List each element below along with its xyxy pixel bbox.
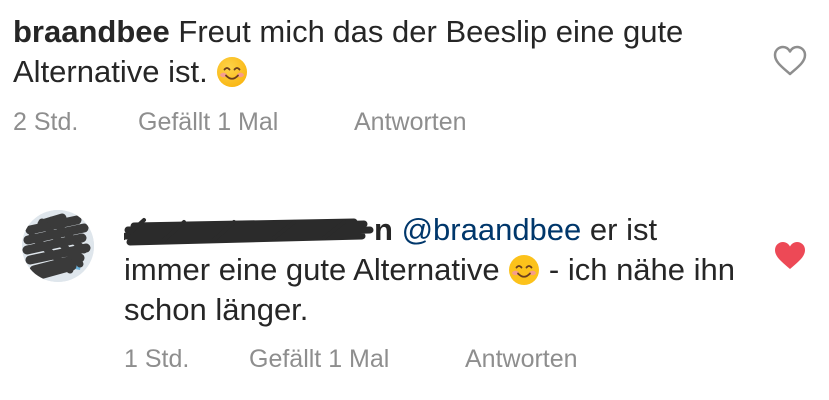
comment-username-suffix[interactable]: n	[374, 212, 393, 247]
comment-meta: 2 Std. Gefällt 1 Mal Antworten	[13, 108, 467, 137]
smiling-face-emoji	[509, 255, 540, 285]
comment-likes[interactable]: Gefällt 1 Mal	[249, 345, 465, 374]
redacted-username-scribble	[124, 216, 374, 248]
comment-body: braandbee Freut mich das der Beeslip ein…	[13, 12, 753, 92]
smiling-face-emoji	[217, 57, 248, 87]
avatar[interactable]	[22, 210, 94, 282]
mention-link[interactable]: @braandbee	[402, 212, 582, 247]
comment-time: 2 Std.	[13, 108, 79, 136]
like-heart-icon[interactable]	[773, 45, 807, 77]
comment-2: n @braandbee er ist immer eine gute Alte…	[0, 188, 829, 400]
avatar-scribble	[22, 210, 94, 282]
comment-likes[interactable]: Gefällt 1 Mal	[138, 108, 354, 137]
liked-heart-icon[interactable]	[773, 240, 807, 272]
comment-username[interactable]: braandbee	[13, 14, 170, 49]
comment-meta: 1 Std. Gefällt 1 Mal Antworten	[124, 345, 578, 374]
comment-time: 1 Std.	[124, 345, 190, 373]
comment-body: n @braandbee er ist immer eine gute Alte…	[124, 210, 744, 330]
reply-button[interactable]: Antworten	[465, 345, 578, 374]
reply-button[interactable]: Antworten	[354, 108, 467, 137]
comment-1: braandbee Freut mich das der Beeslip ein…	[0, 0, 829, 150]
